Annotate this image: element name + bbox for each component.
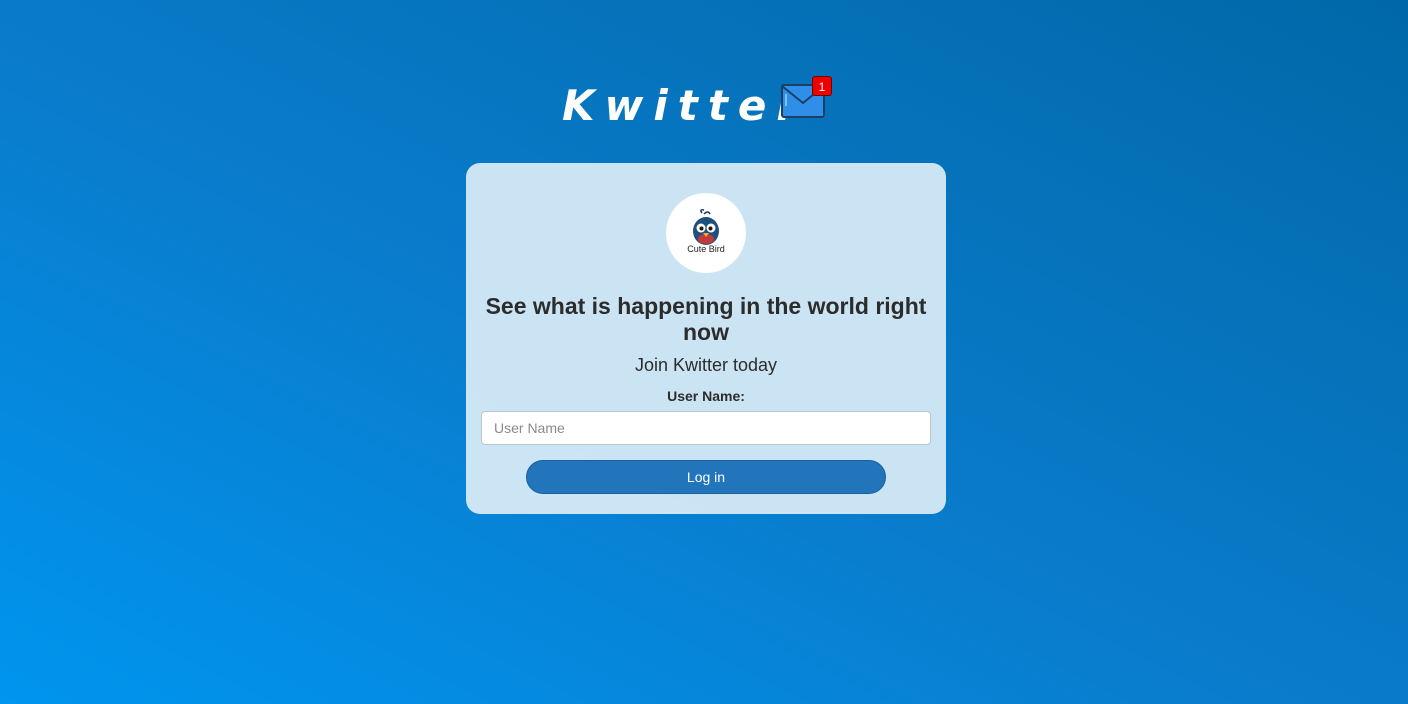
cute-bird-logo: Cute Bird [666,193,746,273]
page-headline: See what is happening in the world right… [485,293,927,345]
username-label: User Name: [667,388,745,404]
header: Kwitter 1 [0,72,1408,142]
page-subheading: Join Kwitter today [634,355,778,375]
login-button[interactable]: Log in [526,460,886,494]
login-card: Cute Bird See what is happening in the w… [466,163,946,514]
app-title: Kwitter [562,81,808,130]
notification-badge: 1 [812,76,832,96]
username-input[interactable] [481,411,931,445]
logo-caption: Cute Bird [687,244,725,254]
bird-icon [693,209,719,245]
notifications[interactable]: 1 [781,76,835,120]
